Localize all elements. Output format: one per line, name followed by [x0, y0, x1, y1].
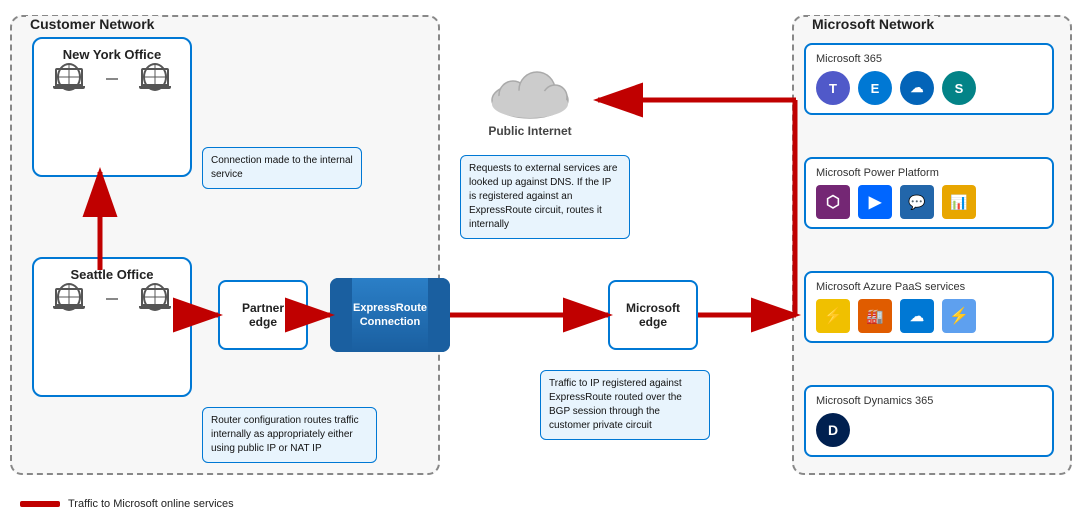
legend-label: Traffic to Microsoft online services: [68, 498, 234, 510]
ny-office-label: New York Office: [42, 47, 182, 62]
power-platform-box: Microsoft Power Platform ⬡ ▶ 💬 📊: [804, 157, 1054, 229]
ms365-service-box: Microsoft 365 T E ☁ S: [804, 43, 1054, 115]
ms-edge-box: Microsoftedge: [608, 280, 698, 350]
seattle-callout-text: Router configuration routes traffic inte…: [211, 415, 359, 454]
azure-icon-4: ⚡: [942, 299, 976, 333]
legend: Traffic to Microsoft online services: [20, 498, 234, 510]
ms-network-boundary: Microsoft Network Microsoft 365 T E ☁ S …: [792, 15, 1072, 475]
expressroute-label: ExpressRouteConnection: [353, 301, 427, 330]
ny-computers: [42, 68, 182, 89]
seattle-callout: Router configuration routes traffic inte…: [202, 407, 377, 463]
ms-edge-callout-text: Traffic to IP registered against Express…: [549, 378, 682, 431]
ms365-title: Microsoft 365: [816, 53, 1042, 65]
ny-laptop-2: [139, 68, 171, 89]
ny-laptop-1: [53, 68, 85, 89]
globe-icon-1: [57, 63, 81, 91]
power-platform-title: Microsoft Power Platform: [816, 167, 1042, 179]
ms365-icons: T E ☁ S: [816, 71, 1042, 105]
azure-title: Microsoft Azure PaaS services: [816, 281, 1042, 293]
azure-service-box: Microsoft Azure PaaS services ⚡ 🏭 ☁ ⚡: [804, 271, 1054, 343]
dynamics-title: Microsoft Dynamics 365: [816, 395, 1042, 407]
partner-edge-box: Partneredge: [218, 280, 308, 350]
ms-network-label: Microsoft Network: [808, 16, 938, 32]
expressroute-cylinder: ExpressRouteConnection: [330, 278, 450, 352]
ny-screen-1: [55, 68, 83, 86]
internet-callout: Requests to external services are looked…: [460, 155, 630, 239]
edge-icon: E: [858, 71, 892, 105]
public-internet-label: Public Internet: [488, 124, 571, 138]
teams-icon: T: [816, 71, 850, 105]
ms-edge-label: Microsoftedge: [626, 301, 680, 329]
internet-callout-text: Requests to external services are looked…: [469, 163, 617, 230]
dynamics-icon: D: [816, 413, 850, 447]
azure-icon-2: 🏭: [858, 299, 892, 333]
azure-icon-3: ☁: [900, 299, 934, 333]
connector-line-2: [106, 298, 118, 300]
seattle-screen-1: [55, 288, 83, 306]
dynamics-service-box: Microsoft Dynamics 365 D: [804, 385, 1054, 457]
power-bi-icon: 📊: [942, 185, 976, 219]
globe-icon-3: [57, 283, 81, 311]
power-automate-icon: ▶: [858, 185, 892, 219]
power-icons: ⬡ ▶ 💬 📊: [816, 185, 1042, 219]
new-york-office: New York Office: [32, 37, 192, 177]
legend-line: [20, 501, 60, 507]
seattle-office: Seattle Office: [32, 257, 192, 397]
seattle-laptop-1: [53, 288, 85, 309]
azure-icon-1: ⚡: [816, 299, 850, 333]
public-internet-cloud: Public Internet: [470, 55, 590, 145]
azure-icons: ⚡ 🏭 ☁ ⚡: [816, 299, 1042, 333]
customer-network-boundary: Customer Network New York Office: [10, 15, 440, 475]
seattle-office-label: Seattle Office: [42, 267, 182, 282]
power-apps-icon: ⬡: [816, 185, 850, 219]
customer-network-label: Customer Network: [26, 16, 158, 32]
partner-edge-label: Partneredge: [242, 301, 284, 329]
ny-callout: Connection made to the internal service: [202, 147, 362, 189]
ms-edge-callout: Traffic to IP registered against Express…: [540, 370, 710, 440]
expressroute-connection: ExpressRouteConnection: [330, 278, 450, 352]
dynamics-icons: D: [816, 413, 1042, 447]
seattle-laptop-2: [139, 288, 171, 309]
power-va-icon: 💬: [900, 185, 934, 219]
sharepoint-icon: S: [942, 71, 976, 105]
ny-screen-2: [141, 68, 169, 86]
connector-line-1: [106, 78, 118, 80]
seattle-computers: [42, 288, 182, 309]
ny-callout-text: Connection made to the internal service: [211, 155, 353, 180]
seattle-screen-2: [141, 288, 169, 306]
diagram: Customer Network New York Office: [0, 0, 1082, 520]
onedrive-icon: ☁: [900, 71, 934, 105]
cloud-svg: [485, 62, 575, 122]
